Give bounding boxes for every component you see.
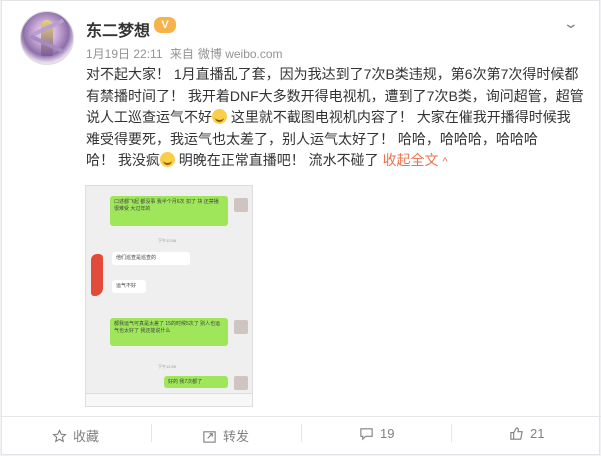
chat-input-bar bbox=[86, 393, 252, 406]
like-count: 21 bbox=[530, 426, 545, 441]
chat-avatar bbox=[234, 376, 248, 390]
chat-timestamp: 下午12:58 bbox=[158, 238, 177, 243]
post-line: 明晚在正常直播吧！ 流水不碰了 bbox=[174, 152, 383, 168]
favorite-label: 收藏 bbox=[73, 429, 100, 444]
thumbs-up-icon bbox=[510, 427, 523, 440]
divider bbox=[301, 424, 302, 442]
chat-bubble: 运气不好 bbox=[112, 280, 146, 293]
post-source[interactable]: 微博 weibo.com bbox=[198, 47, 283, 61]
username[interactable]: 东二梦想 bbox=[86, 17, 150, 41]
chat-bubble: 都我运气可真是太差了 15的时候5次了 别人也运气也太好了 我还能说什么 bbox=[110, 318, 228, 346]
post-line: 难受得要死，我运气也太差了，别人运气太好了！ 哈哈，哈哈哈，哈哈哈 bbox=[86, 130, 538, 147]
source-prefix: 来自 bbox=[169, 47, 194, 61]
post-line: 说人工巡查运气不好 bbox=[86, 109, 212, 125]
comment-count: 19 bbox=[380, 426, 395, 441]
user-avatar[interactable] bbox=[20, 11, 74, 65]
collapse-text-link[interactable]: 收起全文 bbox=[383, 152, 439, 168]
post-text: 对不起大家！ 1月直播乱了套，因为我达到了7次B类违规，第6次第7次得时候都 有… bbox=[86, 64, 586, 174]
star-icon bbox=[52, 429, 67, 443]
comment-button[interactable]: 19 bbox=[359, 426, 394, 441]
comment-icon bbox=[360, 428, 373, 441]
post-meta: 1月19日 22:11 来自 微博 weibo.com bbox=[86, 45, 287, 62]
chat-bubble: 他们巡查是巡查的 bbox=[112, 252, 190, 265]
chevron-up-icon[interactable]: ^ bbox=[442, 156, 447, 168]
chat-screenshot-image[interactable]: 口述都飞起 都没事 我半个月6次 扣了 块 还禁播 很难受 大过年的 下午12:… bbox=[85, 185, 253, 407]
vip-badge-icon[interactable]: V bbox=[154, 17, 176, 33]
laugh-emoji-icon bbox=[212, 109, 227, 124]
chat-avatar bbox=[234, 320, 248, 334]
post-date[interactable]: 1月19日 22:11 bbox=[86, 47, 163, 61]
chat-bubble: 好的 我7次都了 bbox=[164, 376, 228, 388]
chevron-down-icon[interactable]: ⌄ bbox=[563, 15, 579, 32]
divider bbox=[2, 416, 601, 417]
chat-bubble: 口述都飞起 都没事 我半个月6次 扣了 块 还禁播 很难受 大过年的 bbox=[110, 196, 228, 226]
post-line: 有禁播时间了！ 我开着DNF大多数开得电视机，遭到了7次B类，询问超管，超管 bbox=[86, 87, 584, 104]
repost-button[interactable]: 转发 bbox=[202, 426, 249, 445]
repost-label: 转发 bbox=[223, 429, 250, 444]
post-line: 对不起大家！ 1月直播乱了套，因为我达到了7次B类违规，第6次第7次得时候都 bbox=[86, 66, 579, 82]
divider bbox=[151, 424, 152, 442]
redacted-avatar bbox=[91, 254, 103, 296]
divider bbox=[451, 424, 452, 442]
chat-avatar bbox=[234, 198, 248, 212]
post-line: 哈！ 我没疯 bbox=[86, 152, 160, 168]
favorite-button[interactable]: 收藏 bbox=[52, 426, 99, 445]
laugh-emoji-icon bbox=[159, 152, 175, 167]
weibo-post-card: 东二梦想 V ⌄ 1月19日 22:11 来自 微博 weibo.com 对不起大… bbox=[1, 0, 601, 455]
repost-icon bbox=[203, 431, 216, 443]
like-button[interactable]: 21 bbox=[509, 426, 544, 441]
chat-timestamp: 下午12:59 bbox=[158, 364, 177, 369]
post-line: 这里就不截图电视机内容了！ 大家在催我开播得时候我 bbox=[227, 109, 571, 125]
